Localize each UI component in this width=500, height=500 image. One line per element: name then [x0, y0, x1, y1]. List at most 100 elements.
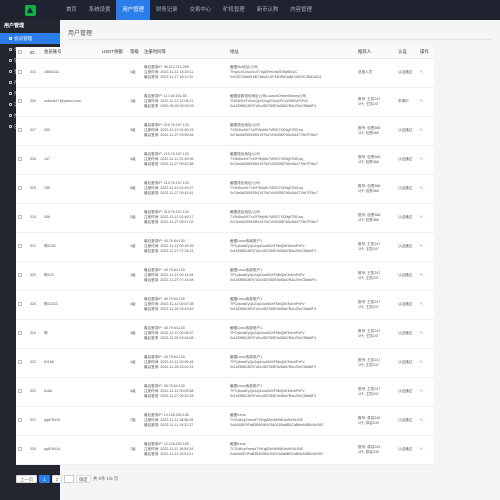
table-row[interactable]: 331 18600111 1级 最后登录IP: 36.213.212.209 注册时间:…: [16, 58, 434, 88]
user-account[interactable]: 456: [42, 203, 100, 233]
table-row[interactable]: 324 456 2级 最后登录IP: 219.76.157.133 注册时间: 2022…: [16, 203, 434, 233]
pager-total: 共 5条 1/5 页: [92, 476, 119, 481]
address-info: 截图收款钱包地址公司LuosonOnlineMoney公司 TNG8rXXFrGz…: [228, 87, 356, 117]
user-account[interactable]: qq876415: [42, 406, 100, 436]
user-level: 1级: [128, 348, 142, 378]
user-account[interactable]: outlook17@yahoo.com: [42, 87, 100, 117]
row-actions: ✎: [418, 319, 434, 349]
page-jump-input[interactable]: [64, 475, 75, 483]
user-account[interactable]: 18600111: [42, 58, 100, 88]
column-header: 推荐人: [356, 47, 396, 59]
edit-icon[interactable]: ✎: [420, 128, 423, 132]
user-account[interactable]: qq876414: [42, 435, 100, 465]
user-account[interactable]: qq876413: [42, 464, 100, 465]
address-info: 截图钱包地址/公司 TX5h5odVt7Yz2F9fyMk7VfBG7XD9gFZ…: [228, 145, 356, 175]
nav-item[interactable]: 首页: [60, 0, 83, 20]
auth-status: 认证通过: [396, 290, 418, 320]
user-account[interactable]: 61168: [42, 348, 100, 378]
edit-icon[interactable]: ✎: [420, 447, 423, 451]
user-account[interactable]: 250: [42, 116, 100, 146]
table-row[interactable]: 326 147 4级 最后登录IP: 219.76.157.133 注册时间: 2022…: [16, 145, 434, 175]
sidebar-item[interactable]: 会员管理: [0, 33, 60, 44]
user-account[interactable]: 啊123: [42, 261, 100, 291]
edit-icon[interactable]: ✎: [420, 273, 423, 277]
edit-icon[interactable]: ✎: [420, 244, 423, 248]
edit-icon[interactable]: ✎: [420, 331, 423, 335]
referrer-line: 1代: 王凯247: [358, 101, 379, 106]
edit-icon[interactable]: ✎: [420, 186, 423, 190]
address-line: 0x11f0B8C8E97d2c4D0765E9cB8d7B4c20eC58a6…: [230, 277, 316, 282]
table-row[interactable]: 320 啊123 1级 最后登录IP: 45.79.64.130 注册时间: 2022-…: [16, 261, 434, 291]
user-account[interactable]: 147: [42, 145, 100, 175]
referrer-line: 1代: 慕容249: [358, 420, 379, 425]
edit-icon[interactable]: ✎: [420, 360, 423, 364]
nav-item[interactable]: 交易中心: [184, 0, 218, 20]
edit-icon[interactable]: ✎: [420, 215, 423, 219]
nav-item[interactable]: 内容管理: [284, 0, 318, 20]
referrer-line: 1代: 王凯247: [358, 275, 379, 280]
row-actions: ✎: [418, 377, 434, 407]
nav-item[interactable]: 矿机管理: [217, 0, 251, 20]
pager-page[interactable]: 2: [51, 475, 63, 483]
table-row[interactable]: 319qq876413 2级最后登录IP: 13.126.200.155注册时间:…: [16, 464, 434, 465]
row-select-cell: [16, 261, 28, 291]
edit-icon[interactable]: ✎: [420, 389, 423, 393]
row-checkbox[interactable]: [18, 69, 22, 74]
row-checkbox[interactable]: [18, 330, 22, 335]
row-checkbox[interactable]: [18, 185, 22, 190]
nav-item[interactable]: 用户管理: [116, 0, 150, 20]
nav-item[interactable]: 新币认购: [251, 0, 285, 20]
referrer: 推号: 王凯247 1代: 王凯247: [356, 348, 396, 378]
time-line: 最后登录: 2022-11-27 07:24:21: [144, 248, 194, 253]
table-row[interactable]: 330 outlook17@yahoo.com 1级 最后登录IP: 117.48.1…: [16, 87, 434, 117]
pager-prev[interactable]: 上一页: [16, 475, 38, 483]
user-account[interactable]: 啊: [42, 319, 100, 349]
row-checkbox[interactable]: [18, 417, 22, 422]
table-row[interactable]: 327 250 3级 最后登录IP: 219.76.157.133 注册时间: 2022…: [16, 116, 434, 146]
user-account[interactable]: 啊12233: [42, 290, 100, 320]
menu-icon: [9, 103, 12, 106]
table-row[interactable]: 321 qq876415 7级 最后登录IP: 13.126.200.155 注册时间:…: [16, 406, 434, 436]
row-checkbox[interactable]: [18, 243, 22, 248]
user-account[interactable]: 789: [42, 174, 100, 204]
row-checkbox[interactable]: [18, 359, 22, 364]
user-level: 1级: [128, 261, 142, 291]
pager-page[interactable]: 1: [39, 475, 50, 483]
address-info: 截图钱包地址/公司 TX5h5odVt7Yz2F9fyMk7VfBG7XD9gFZ…: [228, 116, 356, 146]
edit-icon[interactable]: ✎: [420, 302, 423, 306]
address-line: 0x11f0B8C8E97d2c4D0765E9cB8d7B4c20eC58a6…: [230, 393, 316, 398]
referrer: 推号: 慕容2491代: 慕容249: [356, 464, 396, 465]
edit-icon[interactable]: ✎: [420, 99, 423, 103]
row-checkbox[interactable]: [18, 388, 22, 393]
row-checkbox[interactable]: [18, 214, 22, 219]
table-row[interactable]: 321 啊1234 1级 最后登录IP: 45.79.64.130 注册时间: 2022…: [16, 232, 434, 262]
row-actions: ✎: [418, 174, 434, 204]
nav-item[interactable]: 系统设置: [83, 0, 117, 20]
table-row[interactable]: 320 qq876414 7级 最后登录IP: 13.126.200.155 注册时间:…: [16, 435, 434, 465]
table-row[interactable]: 322 6168 4级 最后登录IP: 45.79.64.130 注册时间: 2022-…: [16, 377, 434, 407]
row-checkbox[interactable]: [18, 301, 22, 306]
row-checkbox[interactable]: [18, 127, 22, 132]
row-checkbox[interactable]: [18, 272, 22, 277]
table-row[interactable]: 325 789 6级 最后登录IP: 219.76.157.133 注册时间: 2022…: [16, 174, 434, 204]
row-select-cell: [16, 232, 28, 262]
address-line: 0x7Ae6d255935f41970d7A9025B7b5c5A4779b7F…: [230, 190, 319, 195]
time-line: 最后登录: 2022-11-11 15:51:21: [144, 451, 194, 456]
row-checkbox[interactable]: [18, 446, 22, 451]
nav-item[interactable]: 财务记录: [150, 0, 184, 20]
user-account[interactable]: 啊1234: [42, 232, 100, 262]
user-account[interactable]: 6168: [42, 377, 100, 407]
edit-icon[interactable]: ✎: [420, 157, 423, 161]
app-logo[interactable]: [0, 0, 60, 20]
table-row[interactable]: 323 61168 1级 最后登录IP: 45.79.64.130 注册时间: 2022…: [16, 348, 434, 378]
page-go-button[interactable]: 确定: [76, 475, 91, 483]
edit-icon[interactable]: ✎: [420, 70, 423, 74]
select-all-checkbox[interactable]: [18, 49, 22, 54]
row-checkbox[interactable]: [18, 156, 22, 161]
usdt-balance: [100, 348, 128, 378]
row-checkbox[interactable]: [18, 98, 22, 103]
table-row[interactable]: 324 啊 4级 最后登录IP: 45.79.64.130 注册时间: 2022-11-…: [16, 319, 434, 349]
table-row[interactable]: 325 啊12233 4级 最后登录IP: 45.79.64.130 注册时间: 202…: [16, 290, 434, 320]
user-id: 331: [28, 58, 42, 88]
edit-icon[interactable]: ✎: [420, 418, 423, 422]
